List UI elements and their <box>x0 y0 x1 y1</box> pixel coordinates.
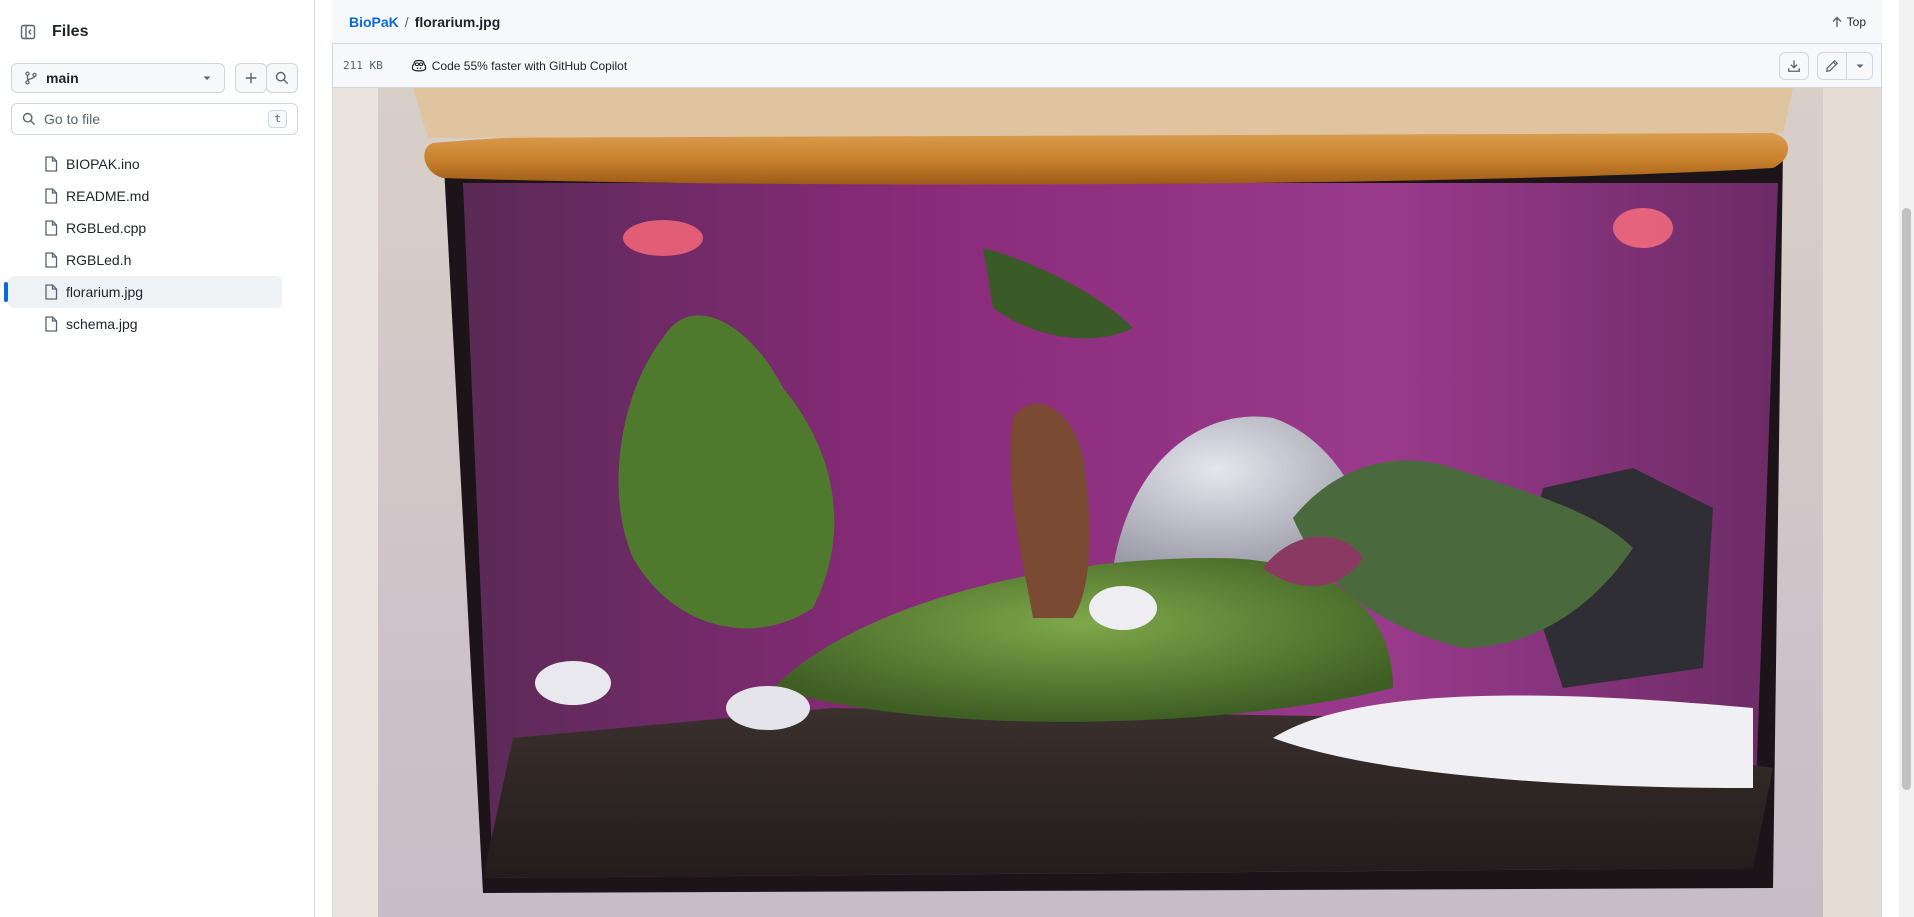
file-tree: BIOPAK.ino README.md RGBLed.cpp RGBLed.h… <box>0 148 315 340</box>
tree-item-label: BIOPAK.ino <box>66 156 140 172</box>
tree-item-schema-jpg[interactable]: schema.jpg <box>8 308 282 340</box>
file-icon <box>45 220 58 236</box>
branch-selector[interactable]: main <box>11 63 225 93</box>
scrollbar-thumb[interactable] <box>1902 208 1911 790</box>
file-icon <box>45 156 58 172</box>
sidebar-collapse-icon <box>20 24 36 40</box>
sidebar-collapse-button[interactable] <box>12 16 44 48</box>
sidebar-header: Files <box>12 16 88 48</box>
go-to-file-input[interactable]: Go to file t <box>11 103 298 135</box>
scroll-to-top-label: Top <box>1846 15 1866 29</box>
sidebar-title: Files <box>52 23 89 40</box>
search-icon <box>22 112 36 126</box>
file-tree-sidebar: Files main Go to file t BIOPAK.ino READM… <box>0 0 315 917</box>
arrow-up-icon <box>1832 16 1842 27</box>
triangle-down-icon <box>1856 64 1863 68</box>
keyboard-shortcut-hint: t <box>268 110 287 128</box>
file-viewer-panel: BioPaK / florarium.jpg Top 211 KB Code 5… <box>332 0 1882 917</box>
download-button[interactable] <box>1779 52 1809 80</box>
tree-item-label: florarium.jpg <box>66 284 144 300</box>
breadcrumb-repo-link[interactable]: BioPaK <box>349 14 399 30</box>
tree-item-label: RGBLed.cpp <box>66 220 147 236</box>
go-to-file-placeholder: Go to file <box>44 111 101 127</box>
breadcrumb-current-file: florarium.jpg <box>414 13 501 30</box>
pencil-icon <box>1826 59 1839 72</box>
tree-item-biopak-ino[interactable]: BIOPAK.ino <box>8 148 282 180</box>
plus-icon <box>245 72 257 84</box>
file-path-header: BioPaK / florarium.jpg Top <box>332 0 1882 44</box>
add-file-button[interactable] <box>235 63 267 93</box>
git-branch-icon <box>25 71 37 85</box>
search-files-button[interactable] <box>266 63 298 93</box>
active-indicator <box>4 282 8 302</box>
tree-item-label: schema.jpg <box>66 316 138 332</box>
chevron-down-icon <box>203 76 211 80</box>
file-icon <box>45 252 58 268</box>
tree-item-label: README.md <box>66 188 150 204</box>
branch-name: main <box>46 70 79 86</box>
search-icon <box>275 71 289 85</box>
page-scrollbar[interactable] <box>1899 0 1914 917</box>
edit-file-button[interactable] <box>1817 52 1847 80</box>
file-actions <box>1779 52 1873 80</box>
florarium-photo <box>333 88 1881 917</box>
file-icon <box>45 316 58 332</box>
file-info-bar: 211 KB Code 55% faster with GitHub Copil… <box>332 44 1882 88</box>
tree-item-rgbled-h[interactable]: RGBLed.h <box>8 244 282 276</box>
file-icon <box>45 284 58 300</box>
file-size: 211 KB <box>343 59 383 72</box>
download-icon <box>1788 60 1800 72</box>
image-preview <box>332 88 1882 917</box>
tree-item-readme-md[interactable]: README.md <box>8 180 282 212</box>
tree-item-florarium-jpg[interactable]: florarium.jpg <box>4 276 282 308</box>
copilot-promo-link[interactable]: Code 55% faster with GitHub Copilot <box>411 59 627 73</box>
edit-options-dropdown[interactable] <box>1847 52 1873 80</box>
scroll-to-top-button[interactable]: Top <box>1831 0 1866 44</box>
copilot-promo-text: Code 55% faster with GitHub Copilot <box>431 58 628 73</box>
tree-item-rgbled-cpp[interactable]: RGBLed.cpp <box>8 212 282 244</box>
file-icon <box>45 188 58 204</box>
breadcrumb-separator: / <box>404 13 409 30</box>
tree-item-label: RGBLed.h <box>66 252 132 268</box>
copilot-icon <box>411 59 426 71</box>
